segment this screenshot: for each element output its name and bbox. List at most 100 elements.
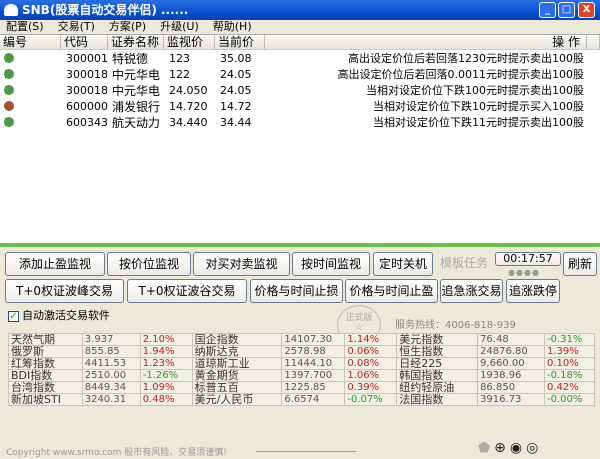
chase-rise-button[interactable]: 追急涨交易 (440, 279, 503, 303)
market-value: 3916.73 (477, 393, 545, 406)
row-name: 特锐德 (112, 52, 149, 66)
timed-shutdown-button[interactable]: 定时关机 (373, 252, 433, 276)
service-hotline: 服务热线：4006-818-939 (395, 320, 516, 331)
table-row[interactable]: 2 300018 中元华电 122 24.05 高出设定价位后若回落0.0011… (0, 69, 600, 81)
row-code: 300001 (66, 52, 108, 65)
market-row: BDI指数 2510.00 -1.26% 黄金期货 1397.700 1.06% 韩国指数 1… (8, 369, 595, 382)
market-value: 14107.30 (281, 333, 346, 346)
row-current-price: 34.44 (220, 116, 252, 129)
table-row[interactable]: 5 600343 航天动力 34.440 34.44 当相对设定价位下跌11元时… (0, 117, 600, 129)
market-name: 美元/人民币 (191, 393, 283, 406)
row-operation: 当相对设定价位下跌10元时提示买入100股 (373, 100, 584, 113)
price-monitor-button[interactable]: 按价位监视 (107, 252, 191, 276)
market-name: 台湾指数 (8, 381, 83, 394)
market-change: 0.39% (344, 381, 398, 394)
col-current[interactable]: 当前价 (215, 35, 265, 50)
market-name: 新加坡STI (8, 393, 83, 406)
template-task-button[interactable]: 模板任务 (436, 252, 492, 276)
market-name: 美元指数 (396, 333, 479, 346)
market-change: 1.14% (344, 333, 398, 346)
monitor-list: 编号 代码 证券名称 监视价 当前价 操 作 1 300001 特锐德 123 … (0, 34, 600, 243)
market-change: -1.26% (139, 369, 193, 382)
menu-plan[interactable]: 方案(P) (109, 20, 146, 34)
market-value: 3240.31 (81, 393, 141, 406)
menu-help[interactable]: 帮助(H) (213, 20, 252, 34)
row-watch-price: 122 (169, 68, 190, 81)
row-current-price: 24.05 (220, 68, 252, 81)
refresh-button[interactable]: 刷新 (563, 252, 597, 276)
row-operation: 当相对设定价位下跌11元时提示卖出100股 (373, 116, 584, 129)
market-value: 855.85 (81, 345, 141, 358)
col-operation[interactable]: 操 作 (265, 35, 587, 50)
market-table: 天然气期 3.937 2.10% 国企指数 14107.30 1.14% 美元指数 76.48… (8, 333, 595, 406)
market-value: 8449.34 (81, 381, 141, 394)
chase-limit-button[interactable]: 追涨跌停 (506, 279, 560, 303)
add-profit-monitor-button[interactable]: 添加止盈监视 (5, 252, 105, 276)
market-name: BDI指数 (8, 369, 83, 382)
tray-icons: ⬟⊕◉◎ (478, 440, 542, 456)
market-change: 2.10% (139, 333, 193, 346)
close-button[interactable]: X (578, 2, 595, 18)
market-value: 11444.10 (281, 357, 346, 370)
maximize-button[interactable]: □ (558, 2, 575, 18)
auto-activate-checkbox[interactable]: ✓ 自动激活交易软件 (8, 310, 110, 322)
market-change: 0.42% (544, 381, 595, 394)
market-row: 新加坡STI 3240.31 0.48% 美元/人民币 6.6574 -0.07% 法国指数… (8, 393, 595, 406)
market-name: 道琼斯工业 (191, 357, 283, 370)
sell-icon (4, 85, 14, 95)
menu-trade[interactable]: 交易(T) (58, 20, 95, 34)
market-value: 2578.98 (281, 345, 346, 358)
col-no[interactable]: 编号 (0, 35, 61, 50)
row-watch-price: 14.720 (169, 100, 208, 113)
sell-icon (4, 117, 14, 127)
seal-text: 正式版 (345, 313, 373, 323)
market-change: -0.18% (544, 369, 595, 382)
market-value: 86.850 (477, 381, 545, 394)
market-value: 1938.96 (477, 369, 545, 382)
market-change: 0.06% (344, 345, 398, 358)
row-operation: 高出设定价位后若回落0.0011元时提示卖出100股 (337, 68, 584, 81)
col-name[interactable]: 证券名称 (108, 35, 164, 50)
time-monitor-button[interactable]: 按时间监视 (292, 252, 370, 276)
table-row[interactable]: 1 300001 特锐德 123 35.08 高出设定价位后若回落1230元时提… (0, 53, 600, 65)
row-watch-price: 123 (169, 52, 190, 65)
row-operation: 当相对设定价位下跌100元时提示卖出100股 (366, 84, 584, 97)
sell-icon (4, 69, 14, 79)
menu-config[interactable]: 配置(S) (6, 20, 44, 34)
table-row[interactable]: 3 300018 中元华电 24.050 24.05 当相对设定价位下跌100元… (0, 85, 600, 97)
col-code[interactable]: 代码 (61, 35, 108, 50)
speaker-icon: ◉ (509, 440, 527, 456)
minimize-button[interactable]: _ (539, 2, 556, 18)
time-stop-loss-button[interactable]: 价格与时间止损 (250, 279, 343, 303)
time-take-profit-button[interactable]: 价格与时间止盈 (345, 279, 438, 303)
row-no: 1 (4, 53, 14, 65)
row-code: 300018 (66, 68, 108, 81)
market-row: 俄罗斯 855.85 1.94% 纳斯达克 2578.98 0.06% 恒生指数 24876.… (8, 345, 595, 358)
market-change: 1.23% (139, 357, 193, 370)
pair-trade-monitor-button[interactable]: 对买对卖监视 (193, 252, 290, 276)
menu-bar: 配置(S) 交易(T) 方案(P) 升级(U) 帮助(H) (0, 20, 600, 34)
row-no: 5 (4, 117, 14, 129)
market-change: 1.09% (139, 381, 193, 394)
table-row[interactable]: 4 600000 浦发银行 14.720 14.72 当相对设定价位下跌10元时… (0, 101, 600, 113)
market-value: 2510.00 (81, 369, 141, 382)
warrant-peak-button[interactable]: T+0权证波峰交易 (5, 279, 124, 303)
market-value: 4411.53 (81, 357, 141, 370)
menu-upgrade[interactable]: 升级(U) (160, 20, 199, 34)
eye-icon: ◎ (526, 440, 543, 456)
market-name: 日经225 (396, 357, 479, 370)
row-name: 航天动力 (112, 116, 161, 130)
market-name: 红筹指数 (8, 357, 83, 370)
market-value: 1397.700 (281, 369, 346, 382)
warrant-valley-button[interactable]: T+0权证波谷交易 (127, 279, 247, 303)
row-no: 3 (4, 85, 14, 97)
market-change: 0.08% (344, 357, 398, 370)
market-change: 1.94% (139, 345, 193, 358)
status-dots-icon: ●●●● (508, 268, 540, 277)
market-change: 1.39% (544, 345, 595, 358)
app-logo-icon (4, 4, 18, 16)
market-name: 恒生指数 (396, 345, 479, 358)
row-operation: 高出设定价位后若回落1230元时提示卖出100股 (348, 52, 584, 65)
market-name: 黄金期货 (191, 369, 283, 382)
col-watch[interactable]: 监视价 (164, 35, 215, 50)
